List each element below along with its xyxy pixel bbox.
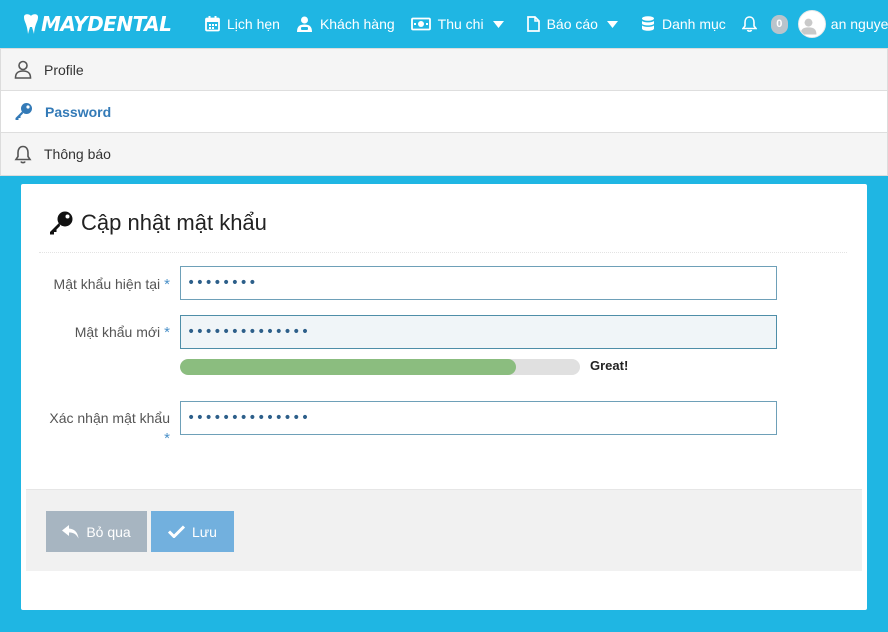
- cancel-button[interactable]: Bỏ qua: [46, 511, 147, 552]
- nav-item-customers[interactable]: Khách hàng: [296, 0, 395, 48]
- database-icon: [641, 16, 654, 31]
- current-password-label: Mật khẩu hiện tại *: [53, 276, 170, 293]
- nav-item-label: Lịch hẹn: [227, 16, 280, 32]
- password-strength-fill: [180, 359, 516, 375]
- check-icon: [168, 525, 186, 538]
- chevron-down-icon: [606, 20, 618, 28]
- required-mark: *: [164, 324, 170, 341]
- menu-item-notifications[interactable]: Thông báo: [1, 133, 887, 175]
- page-title: Cập nhật mật khẩu: [48, 210, 267, 236]
- form-actions: Bỏ qua Lưu: [26, 489, 862, 571]
- notification-count-badge: 0: [770, 14, 788, 34]
- key-icon: [15, 103, 32, 120]
- nav-item-appointments[interactable]: Lịch hẹn: [205, 0, 280, 48]
- new-password-label: Mật khẩu mới *: [74, 324, 170, 341]
- menu-item-label: Thông báo: [44, 146, 111, 162]
- title-divider: [39, 252, 847, 253]
- menu-item-label: Profile: [44, 61, 84, 78]
- required-mark: *: [164, 430, 170, 447]
- main-nav: Lịch hẹn Khách hàng Thu chi Báo cáo Danh…: [205, 0, 888, 48]
- calendar-icon: [205, 16, 220, 32]
- confirm-password-label: Xác nhận mật khẩu *: [49, 410, 170, 447]
- key-icon: [50, 211, 73, 235]
- file-icon: [526, 16, 540, 32]
- account-menu: Profile Password Thông báo: [0, 48, 888, 176]
- page-title-text: Cập nhật mật khẩu: [81, 210, 267, 235]
- nav-item-finance[interactable]: Thu chi: [410, 0, 511, 48]
- required-mark: *: [164, 276, 170, 293]
- password-form-card: Cập nhật mật khẩu Mật khẩu hiện tại* Mật…: [21, 184, 867, 610]
- reply-icon: [62, 524, 79, 538]
- nav-item-label: Khách hàng: [319, 16, 395, 32]
- brand-logo-text: MAYDENTAL: [41, 12, 172, 36]
- cancel-button-label: Bỏ qua: [86, 523, 131, 540]
- notifications-button[interactable]: 0: [741, 0, 788, 48]
- top-navbar: MAYDENTAL Lịch hẹn Khách hàng Thu chi Bá…: [0, 0, 888, 48]
- menu-item-profile[interactable]: Profile: [1, 49, 887, 91]
- nav-item-reports[interactable]: Báo cáo: [526, 0, 625, 48]
- confirm-password-input[interactable]: [180, 401, 777, 435]
- money-icon: [410, 17, 431, 31]
- current-password-input[interactable]: [180, 266, 777, 300]
- nav-item-label: Báo cáo: [546, 16, 598, 32]
- nav-item-label: Thu chi: [437, 16, 484, 32]
- tooth-icon: [24, 14, 38, 34]
- nav-item-label: Danh mục: [661, 16, 726, 32]
- user-menu[interactable]: an nguye: [797, 0, 888, 48]
- user-name: an nguye: [830, 16, 888, 32]
- menu-item-label: Password: [45, 103, 112, 120]
- nav-item-catalog[interactable]: Danh mục: [641, 0, 726, 48]
- menu-item-password[interactable]: Password: [1, 91, 887, 133]
- patient-icon: [296, 16, 312, 32]
- user-avatar-icon: [800, 18, 817, 35]
- save-button-label: Lưu: [192, 523, 217, 540]
- chevron-down-icon: [492, 20, 504, 28]
- password-strength-bar: [180, 359, 580, 375]
- bell-icon: [741, 16, 757, 32]
- new-password-input[interactable]: [180, 315, 777, 349]
- avatar: [797, 10, 826, 38]
- bell-icon: [14, 145, 32, 163]
- password-strength-label: Great!: [590, 358, 629, 373]
- save-button[interactable]: Lưu: [151, 511, 234, 552]
- user-icon: [14, 60, 32, 79]
- brand-logo[interactable]: MAYDENTAL: [22, 7, 172, 41]
